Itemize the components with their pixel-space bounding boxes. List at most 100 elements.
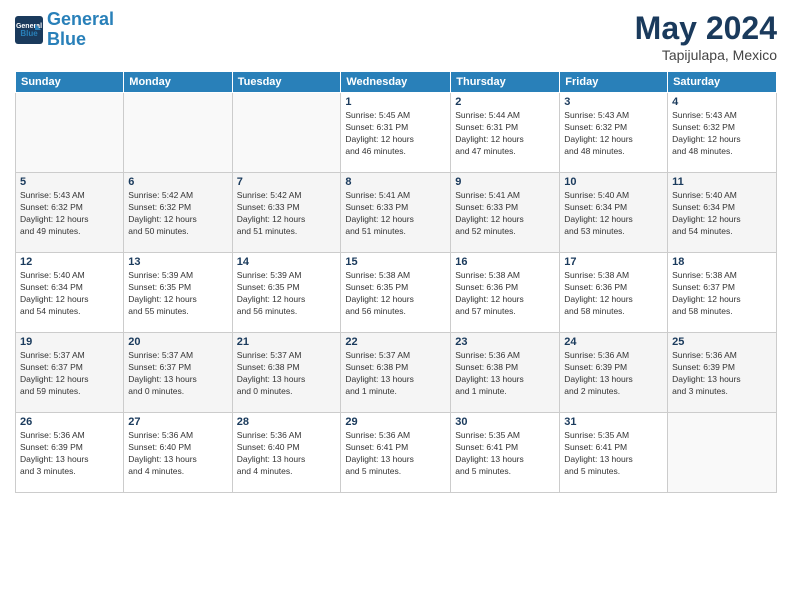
header-row: Sunday Monday Tuesday Wednesday Thursday… <box>16 72 777 93</box>
day-info: Sunrise: 5:39 AM Sunset: 6:35 PM Dayligh… <box>128 270 227 318</box>
day-cell: 22 Sunrise: 5:37 AM Sunset: 6:38 PM Dayli… <box>341 333 451 413</box>
day-number: 27 <box>128 416 227 428</box>
day-number: 29 <box>345 416 446 428</box>
month-year-title: May 2024 <box>635 10 777 47</box>
day-cell: 23Sunrise: 5:36 AM Sunset: 6:38 PM Dayli… <box>451 333 560 413</box>
day-cell: 24Sunrise: 5:36 AM Sunset: 6:39 PM Dayli… <box>560 333 668 413</box>
day-info: Sunrise: 5:36 AM Sunset: 6:39 PM Dayligh… <box>20 430 119 478</box>
logo-line1: General <box>47 9 114 29</box>
day-info: Sunrise: 5:36 AM Sunset: 6:38 PM Dayligh… <box>455 350 555 398</box>
day-cell: 27 Sunrise: 5:36 AM Sunset: 6:40 PM Dayli… <box>124 413 232 493</box>
day-number: 9 <box>455 176 555 188</box>
logo-text: General Blue <box>47 10 114 50</box>
day-info: Sunrise: 5:42 AM Sunset: 6:32 PM Dayligh… <box>128 190 227 238</box>
day-info: Sunrise: 5:38 AM Sunset: 6:36 PM Dayligh… <box>455 270 555 318</box>
day-info: Sunrise: 5:35 AM Sunset: 6:41 PM Dayligh… <box>455 430 555 478</box>
day-info: Sunrise: 5:35 AM Sunset: 6:41 PM Dayligh… <box>564 430 663 478</box>
day-number: 6 <box>128 176 227 188</box>
svg-text:Blue: Blue <box>20 29 38 38</box>
day-number: 20 <box>128 336 227 348</box>
day-cell: 31Sunrise: 5:35 AM Sunset: 6:41 PM Dayli… <box>560 413 668 493</box>
day-info: Sunrise: 5:45 AM Sunset: 6:31 PM Dayligh… <box>345 110 446 158</box>
day-cell: 10 Sunrise: 5:40 AM Sunset: 6:34 PM Dayli… <box>560 173 668 253</box>
day-number: 15 <box>345 256 446 268</box>
day-info: Sunrise: 5:40 AM Sunset: 6:34 PM Dayligh… <box>20 270 119 318</box>
day-number: 13 <box>128 256 227 268</box>
day-number: 28 <box>237 416 337 428</box>
day-cell: 9 Sunrise: 5:41 AM Sunset: 6:33 PM Daylig… <box>451 173 560 253</box>
day-cell: 2Sunrise: 5:44 AM Sunset: 6:31 PM Daylig… <box>451 93 560 173</box>
day-cell: 17 Sunrise: 5:38 AM Sunset: 6:36 PM Dayli… <box>560 253 668 333</box>
day-cell: 14Sunrise: 5:39 AM Sunset: 6:35 PM Dayli… <box>232 253 341 333</box>
day-info: Sunrise: 5:36 AM Sunset: 6:39 PM Dayligh… <box>564 350 663 398</box>
day-cell <box>232 93 341 173</box>
day-number: 8 <box>345 176 446 188</box>
day-number: 12 <box>20 256 119 268</box>
day-cell <box>124 93 232 173</box>
col-sunday: Sunday <box>16 72 124 93</box>
week-row-3: 12 Sunrise: 5:40 AM Sunset: 6:34 PM Dayli… <box>16 253 777 333</box>
day-info: Sunrise: 5:38 AM Sunset: 6:37 PM Dayligh… <box>672 270 772 318</box>
week-row-5: 26 Sunrise: 5:36 AM Sunset: 6:39 PM Dayli… <box>16 413 777 493</box>
location-subtitle: Tapijulapa, Mexico <box>635 47 777 63</box>
col-monday: Monday <box>124 72 232 93</box>
day-cell: 11 Sunrise: 5:40 AM Sunset: 6:34 PM Dayli… <box>668 173 777 253</box>
calendar-table: Sunday Monday Tuesday Wednesday Thursday… <box>15 71 777 493</box>
day-number: 21 <box>237 336 337 348</box>
day-info: Sunrise: 5:40 AM Sunset: 6:34 PM Dayligh… <box>564 190 663 238</box>
day-number: 10 <box>564 176 663 188</box>
day-cell: 7Sunrise: 5:42 AM Sunset: 6:33 PM Daylig… <box>232 173 341 253</box>
day-cell: 30Sunrise: 5:35 AM Sunset: 6:41 PM Dayli… <box>451 413 560 493</box>
day-cell: 16 Sunrise: 5:38 AM Sunset: 6:36 PM Dayli… <box>451 253 560 333</box>
day-number: 5 <box>20 176 119 188</box>
day-number: 2 <box>455 96 555 108</box>
day-number: 4 <box>672 96 772 108</box>
day-cell: 15Sunrise: 5:38 AM Sunset: 6:35 PM Dayli… <box>341 253 451 333</box>
day-number: 19 <box>20 336 119 348</box>
day-cell: 4 Sunrise: 5:43 AM Sunset: 6:32 PM Daylig… <box>668 93 777 173</box>
day-number: 1 <box>345 96 446 108</box>
day-number: 11 <box>672 176 772 188</box>
day-number: 16 <box>455 256 555 268</box>
day-cell: 20 Sunrise: 5:37 AM Sunset: 6:37 PM Dayli… <box>124 333 232 413</box>
day-cell: 13 Sunrise: 5:39 AM Sunset: 6:35 PM Dayli… <box>124 253 232 333</box>
col-thursday: Thursday <box>451 72 560 93</box>
day-number: 18 <box>672 256 772 268</box>
day-info: Sunrise: 5:40 AM Sunset: 6:34 PM Dayligh… <box>672 190 772 238</box>
logo: General Blue General Blue <box>15 10 114 50</box>
day-info: Sunrise: 5:36 AM Sunset: 6:40 PM Dayligh… <box>237 430 337 478</box>
day-info: Sunrise: 5:43 AM Sunset: 6:32 PM Dayligh… <box>20 190 119 238</box>
day-cell: 8 Sunrise: 5:41 AM Sunset: 6:33 PM Daylig… <box>341 173 451 253</box>
day-cell: 5 Sunrise: 5:43 AM Sunset: 6:32 PM Daylig… <box>16 173 124 253</box>
day-cell <box>16 93 124 173</box>
week-row-1: 1 Sunrise: 5:45 AM Sunset: 6:31 PM Daylig… <box>16 93 777 173</box>
day-number: 17 <box>564 256 663 268</box>
day-number: 25 <box>672 336 772 348</box>
day-cell: 29Sunrise: 5:36 AM Sunset: 6:41 PM Dayli… <box>341 413 451 493</box>
day-cell: 12 Sunrise: 5:40 AM Sunset: 6:34 PM Dayli… <box>16 253 124 333</box>
day-info: Sunrise: 5:43 AM Sunset: 6:32 PM Dayligh… <box>672 110 772 158</box>
day-info: Sunrise: 5:41 AM Sunset: 6:33 PM Dayligh… <box>345 190 446 238</box>
day-number: 22 <box>345 336 446 348</box>
day-number: 26 <box>20 416 119 428</box>
day-info: Sunrise: 5:39 AM Sunset: 6:35 PM Dayligh… <box>237 270 337 318</box>
day-cell: 3Sunrise: 5:43 AM Sunset: 6:32 PM Daylig… <box>560 93 668 173</box>
day-cell: 26 Sunrise: 5:36 AM Sunset: 6:39 PM Dayli… <box>16 413 124 493</box>
day-info: Sunrise: 5:36 AM Sunset: 6:40 PM Dayligh… <box>128 430 227 478</box>
day-info: Sunrise: 5:41 AM Sunset: 6:33 PM Dayligh… <box>455 190 555 238</box>
col-tuesday: Tuesday <box>232 72 341 93</box>
day-cell: 6 Sunrise: 5:42 AM Sunset: 6:32 PM Daylig… <box>124 173 232 253</box>
day-info: Sunrise: 5:37 AM Sunset: 6:37 PM Dayligh… <box>20 350 119 398</box>
logo-icon: General Blue <box>15 16 43 44</box>
day-cell: 18 Sunrise: 5:38 AM Sunset: 6:37 PM Dayli… <box>668 253 777 333</box>
logo-line2: Blue <box>47 29 86 49</box>
day-info: Sunrise: 5:37 AM Sunset: 6:38 PM Dayligh… <box>345 350 446 398</box>
day-number: 7 <box>237 176 337 188</box>
header: General Blue General Blue May 2024 Tapij… <box>15 10 777 63</box>
day-info: Sunrise: 5:36 AM Sunset: 6:39 PM Dayligh… <box>672 350 772 398</box>
day-info: Sunrise: 5:37 AM Sunset: 6:38 PM Dayligh… <box>237 350 337 398</box>
day-info: Sunrise: 5:38 AM Sunset: 6:36 PM Dayligh… <box>564 270 663 318</box>
col-friday: Friday <box>560 72 668 93</box>
day-info: Sunrise: 5:37 AM Sunset: 6:37 PM Dayligh… <box>128 350 227 398</box>
week-row-4: 19 Sunrise: 5:37 AM Sunset: 6:37 PM Dayli… <box>16 333 777 413</box>
